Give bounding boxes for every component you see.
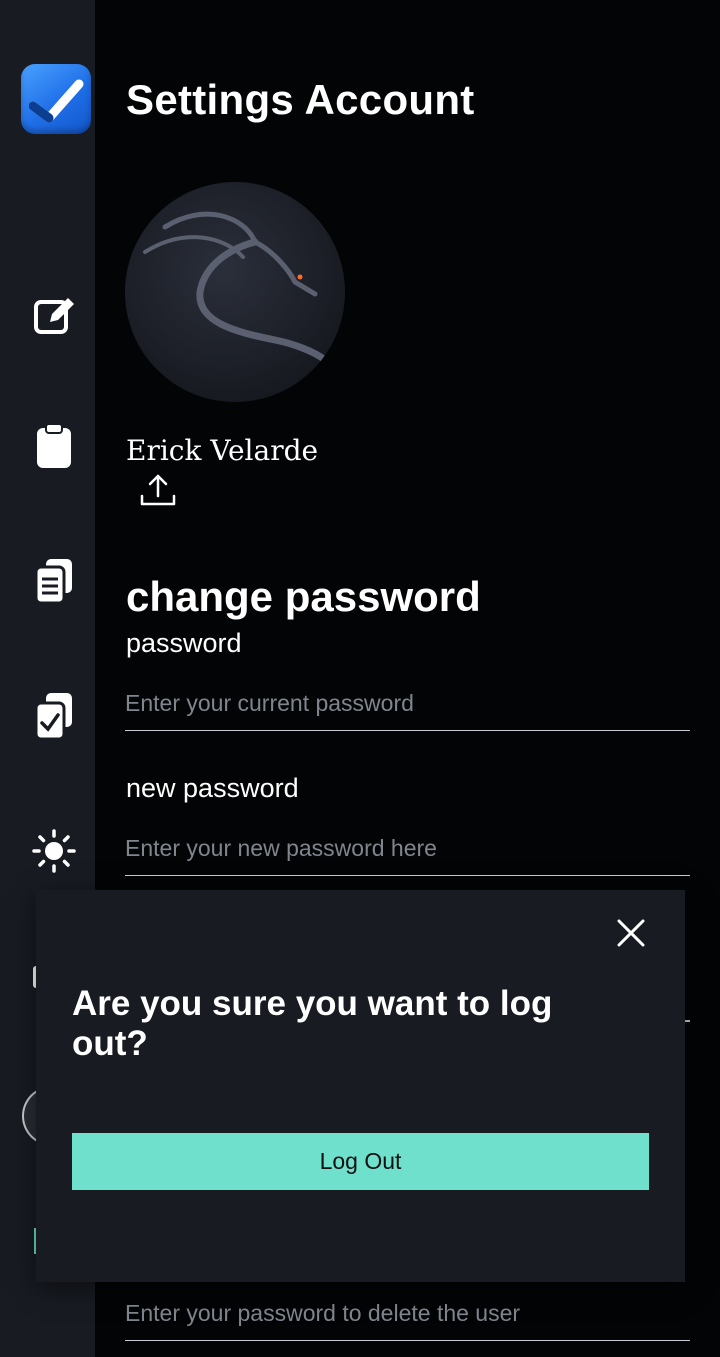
profile-name: Erick Velarde	[126, 434, 319, 467]
close-icon[interactable]	[614, 916, 648, 950]
change-password-title: change password	[126, 573, 481, 620]
page-title: Settings Account	[126, 76, 475, 123]
task-check-icon[interactable]	[28, 690, 80, 742]
edit-icon[interactable]	[28, 290, 80, 342]
sun-icon[interactable]	[28, 825, 80, 877]
delete-user-password-input[interactable]	[125, 1293, 690, 1341]
new-password-label: new password	[126, 773, 299, 803]
task-list-icon[interactable]	[28, 555, 80, 607]
logout-dialog: Are you sure you want to log out? Log Ou…	[36, 890, 685, 1282]
current-password-label: password	[126, 628, 242, 658]
logout-button[interactable]: Log Out	[72, 1133, 649, 1190]
upload-icon[interactable]	[138, 470, 178, 510]
profile-avatar[interactable]	[125, 182, 345, 402]
dragon-icon	[143, 211, 329, 364]
current-password-input[interactable]	[125, 683, 690, 731]
logout-dialog-message: Are you sure you want to log out?	[72, 984, 553, 1063]
clipboard-icon[interactable]	[28, 420, 80, 472]
app-logo-icon[interactable]	[21, 64, 91, 134]
new-password-input[interactable]	[125, 828, 690, 876]
